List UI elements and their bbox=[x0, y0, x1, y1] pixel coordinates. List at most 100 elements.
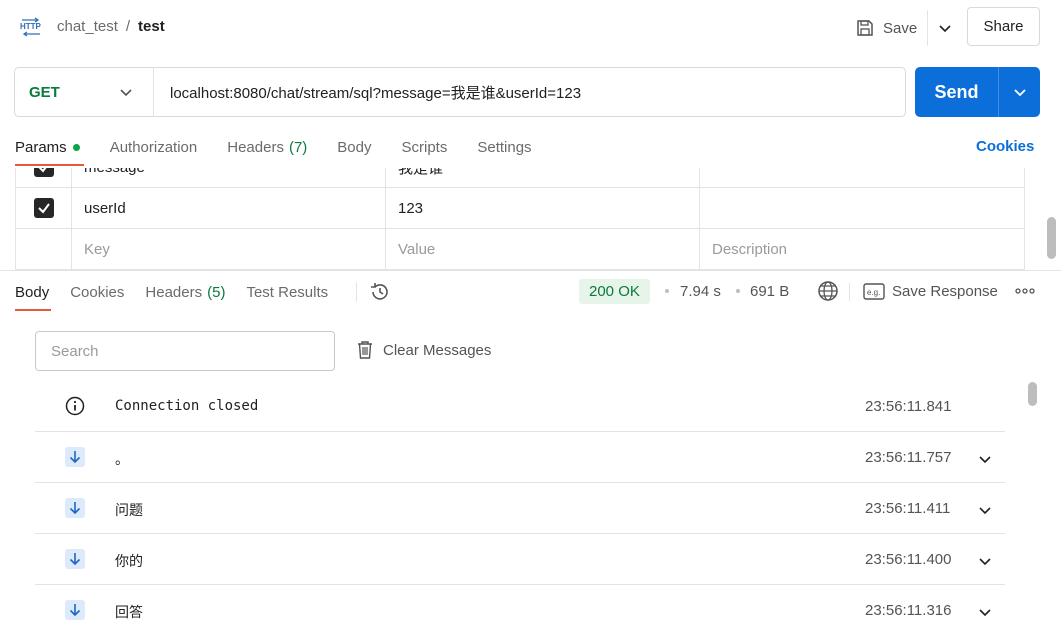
share-button[interactable]: Share bbox=[967, 7, 1040, 46]
param-key[interactable]: message bbox=[72, 168, 386, 187]
message-time: 23:56:11.316 bbox=[865, 602, 952, 619]
chevron-down-icon[interactable] bbox=[978, 554, 992, 568]
param-value[interactable]: 我是谁 bbox=[386, 168, 700, 187]
message-list: Connection closed 23:56:11.841 。 23:56:1… bbox=[35, 381, 1005, 629]
checkbox-cell bbox=[15, 229, 72, 269]
more-icon[interactable] bbox=[1015, 283, 1035, 299]
chevron-down-icon[interactable] bbox=[978, 605, 992, 619]
search-input[interactable] bbox=[51, 342, 334, 360]
chevron-down-icon bbox=[120, 89, 132, 97]
chevron-down-icon[interactable] bbox=[978, 452, 992, 466]
params-table: message 我是谁 userId 123 Key Value Descrip… bbox=[15, 168, 1025, 270]
cookies-link[interactable]: Cookies bbox=[976, 138, 1034, 155]
tab-authorization[interactable]: Authorization bbox=[110, 136, 198, 158]
active-tab-indicator bbox=[15, 309, 51, 311]
response-time[interactable]: 7.94 s bbox=[680, 283, 721, 300]
message-text: Connection closed bbox=[115, 398, 259, 414]
send-button-group: Send bbox=[915, 67, 1040, 117]
save-label: Save bbox=[883, 19, 918, 37]
method-label: GET bbox=[29, 83, 60, 101]
tab-settings[interactable]: Settings bbox=[477, 136, 531, 158]
clear-messages-label: Clear Messages bbox=[383, 341, 492, 359]
breadcrumb-collection[interactable]: chat_test bbox=[57, 18, 118, 35]
request-tabs: Params Authorization Headers (7) Body Scr… bbox=[15, 136, 562, 166]
chevron-down-icon[interactable] bbox=[978, 503, 992, 517]
save-group: Save bbox=[853, 10, 962, 46]
arrow-down-icon bbox=[65, 447, 85, 467]
active-tab-indicator bbox=[15, 164, 84, 166]
tab-response-headers[interactable]: Headers (5) bbox=[145, 281, 225, 303]
url-input[interactable]: localhost:8080/chat/stream/sql?message=我… bbox=[154, 82, 581, 103]
request-header: HTTP chat_test / test Save Share bbox=[0, 0, 1061, 56]
arrow-down-icon bbox=[65, 600, 85, 620]
param-description[interactable] bbox=[700, 168, 1025, 187]
send-options-button[interactable] bbox=[999, 67, 1040, 117]
tab-label: Settings bbox=[477, 138, 532, 156]
history-icon[interactable] bbox=[369, 281, 391, 303]
params-scrollbar[interactable] bbox=[1047, 217, 1056, 259]
table-row: message 我是谁 bbox=[15, 168, 1025, 188]
divider bbox=[356, 282, 357, 302]
separator-dot bbox=[736, 289, 740, 293]
message-text: 问题 bbox=[115, 503, 143, 519]
save-icon bbox=[857, 20, 873, 36]
params-active-dot bbox=[72, 143, 80, 151]
message-time: 23:56:11.400 bbox=[865, 551, 952, 568]
http-icon: HTTP bbox=[20, 17, 42, 37]
message-time: 23:56:11.411 bbox=[865, 500, 951, 517]
tab-scripts[interactable]: Scripts bbox=[402, 136, 448, 158]
tab-label: Scripts bbox=[401, 138, 448, 156]
param-key[interactable]: userId bbox=[72, 188, 386, 228]
check-icon bbox=[37, 203, 50, 214]
tab-count: (5) bbox=[207, 283, 226, 301]
save-button[interactable]: Save bbox=[853, 10, 929, 46]
new-value-field[interactable]: Value bbox=[386, 229, 700, 269]
message-row[interactable]: 。 23:56:11.757 bbox=[35, 432, 1005, 483]
tab-test-results[interactable]: Test Results bbox=[246, 281, 328, 303]
tab-label: Headers bbox=[145, 283, 203, 301]
breadcrumb-separator: / bbox=[125, 18, 131, 35]
param-checkbox[interactable] bbox=[33, 198, 54, 218]
url-bar: GET localhost:8080/chat/stream/sql?messa… bbox=[14, 67, 906, 117]
message-text: 。 bbox=[115, 452, 129, 468]
arrow-down-icon bbox=[65, 549, 85, 569]
param-checkbox[interactable] bbox=[33, 168, 54, 177]
tab-label: Body bbox=[337, 138, 372, 156]
chevron-down-icon bbox=[939, 25, 951, 33]
message-row[interactable]: 问题 23:56:11.411 bbox=[35, 483, 1005, 534]
globe-icon[interactable] bbox=[817, 280, 839, 302]
param-value[interactable]: 123 bbox=[386, 188, 700, 228]
status-badge[interactable]: 200 OK bbox=[579, 279, 650, 304]
new-key-field[interactable]: Key bbox=[72, 229, 386, 269]
tab-label: Headers bbox=[227, 138, 284, 156]
save-response-button[interactable]: Save Response bbox=[892, 283, 998, 300]
tab-body[interactable]: Body bbox=[337, 136, 371, 158]
tab-headers[interactable]: Headers (7) bbox=[227, 136, 307, 158]
message-row[interactable]: 回答 23:56:11.316 bbox=[35, 585, 1005, 629]
message-row[interactable]: Connection closed 23:56:11.841 bbox=[35, 381, 1005, 432]
messages-scrollbar[interactable] bbox=[1028, 382, 1037, 406]
tab-label: Authorization bbox=[109, 138, 198, 156]
method-select[interactable]: GET bbox=[15, 68, 154, 116]
tab-response-body[interactable]: Body bbox=[15, 281, 49, 303]
table-row: userId 123 bbox=[15, 188, 1025, 229]
pane-divider[interactable] bbox=[0, 270, 1061, 271]
param-description[interactable] bbox=[700, 188, 1025, 228]
send-button[interactable]: Send bbox=[915, 67, 999, 117]
response-tabs: Body Cookies Headers (5) Test Results bbox=[15, 281, 349, 303]
clear-messages-button[interactable]: Clear Messages bbox=[356, 340, 491, 360]
breadcrumb-request-name[interactable]: test bbox=[138, 18, 165, 35]
checkbox-cell bbox=[15, 188, 72, 228]
search-field bbox=[35, 331, 335, 371]
save-options-button[interactable] bbox=[928, 10, 962, 46]
tab-params[interactable]: Params bbox=[15, 136, 80, 158]
message-row[interactable]: 你的 23:56:11.400 bbox=[35, 534, 1005, 585]
divider bbox=[849, 283, 850, 301]
tab-label: Params bbox=[15, 138, 67, 156]
message-time: 23:56:11.841 bbox=[865, 398, 952, 415]
arrow-down-icon bbox=[65, 498, 85, 518]
new-description-field[interactable]: Description bbox=[700, 229, 1025, 269]
info-icon bbox=[65, 396, 85, 416]
response-size[interactable]: 691 B bbox=[750, 283, 789, 300]
tab-response-cookies[interactable]: Cookies bbox=[70, 281, 124, 303]
